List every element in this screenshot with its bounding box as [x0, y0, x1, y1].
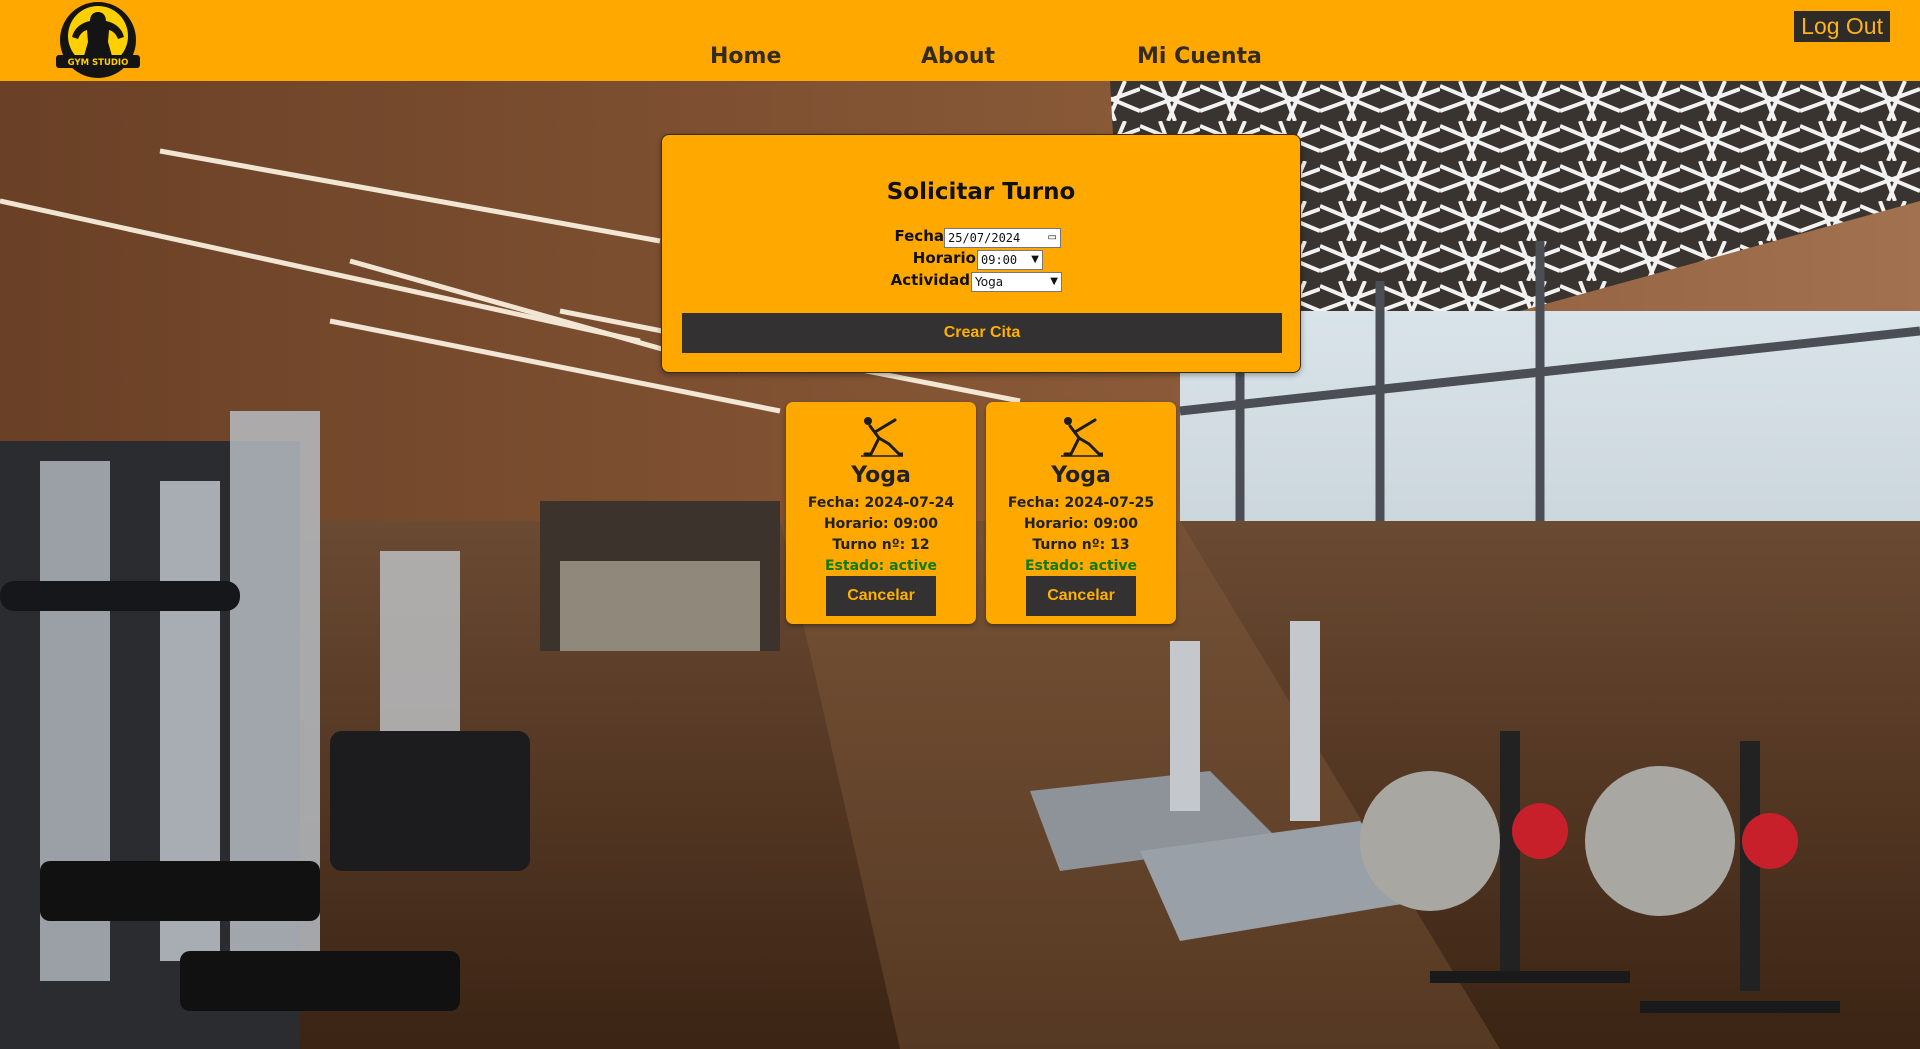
appointment-card: Yoga Fecha: 2024-07-24 Horario: 09:00 Tu…: [786, 402, 976, 624]
nav-mi-cuenta-link[interactable]: Mi Cuenta: [1137, 44, 1262, 69]
fecha-value: 25/07/2024: [948, 231, 1021, 245]
actividad-row: Actividad Yoga ▼: [0, 271, 1920, 293]
fecha-date-input[interactable]: 25/07/2024 ▭: [944, 228, 1061, 248]
appointment-horario: Horario: 09:00: [1023, 516, 1139, 532]
appointment-title: Yoga: [851, 463, 911, 488]
nav-home-link[interactable]: Home: [710, 44, 781, 69]
actividad-value: Yoga: [975, 275, 1004, 289]
yoga-pose-icon: [1061, 417, 1103, 457]
actividad-select[interactable]: Yoga ▼: [971, 272, 1062, 292]
appointment-fecha: Fecha: 2024-07-24: [807, 495, 955, 511]
appointment-fecha: Fecha: 2024-07-25: [1007, 495, 1155, 511]
appointment-turno: Turno nº: 13: [1032, 537, 1130, 553]
calendar-icon[interactable]: ▭: [1048, 229, 1057, 247]
fecha-label: Fecha: [894, 227, 944, 245]
fecha-row: Fecha 25/07/2024 ▭: [0, 227, 1920, 249]
appointment-title: Yoga: [1051, 463, 1111, 488]
form-title: Solicitar Turno: [886, 179, 1076, 205]
appointment-horario: Horario: 09:00: [823, 516, 939, 532]
horario-label: Horario: [912, 249, 976, 267]
horario-value: 09:00: [981, 253, 1018, 267]
cancel-appointment-button[interactable]: Cancelar: [826, 576, 936, 616]
actividad-label: Actividad: [890, 271, 970, 289]
yoga-pose-icon: [861, 417, 903, 457]
appointment-card: Yoga Fecha: 2024-07-25 Horario: 09:00 Tu…: [986, 402, 1176, 624]
nav-about-link[interactable]: About: [921, 44, 995, 69]
chevron-down-icon: ▼: [1031, 254, 1039, 265]
logout-button[interactable]: Log Out: [1794, 11, 1890, 42]
crear-cita-button[interactable]: Crear Cita: [682, 313, 1282, 353]
cancel-appointment-button[interactable]: Cancelar: [1026, 576, 1136, 616]
appointment-turno: Turno nº: 12: [832, 537, 930, 553]
main-nav: Home About Mi Cuenta: [0, 44, 1920, 74]
chevron-down-icon: ▼: [1050, 276, 1058, 287]
horario-select[interactable]: 09:00 ▼: [977, 250, 1043, 270]
appointment-status: Estado: active: [824, 558, 937, 574]
top-navbar: GYM STUDIO Home About Mi Cuenta Log Out: [0, 0, 1920, 81]
appointment-status: Estado: active: [1024, 558, 1137, 574]
horario-row: Horario 09:00 ▼: [0, 249, 1920, 271]
